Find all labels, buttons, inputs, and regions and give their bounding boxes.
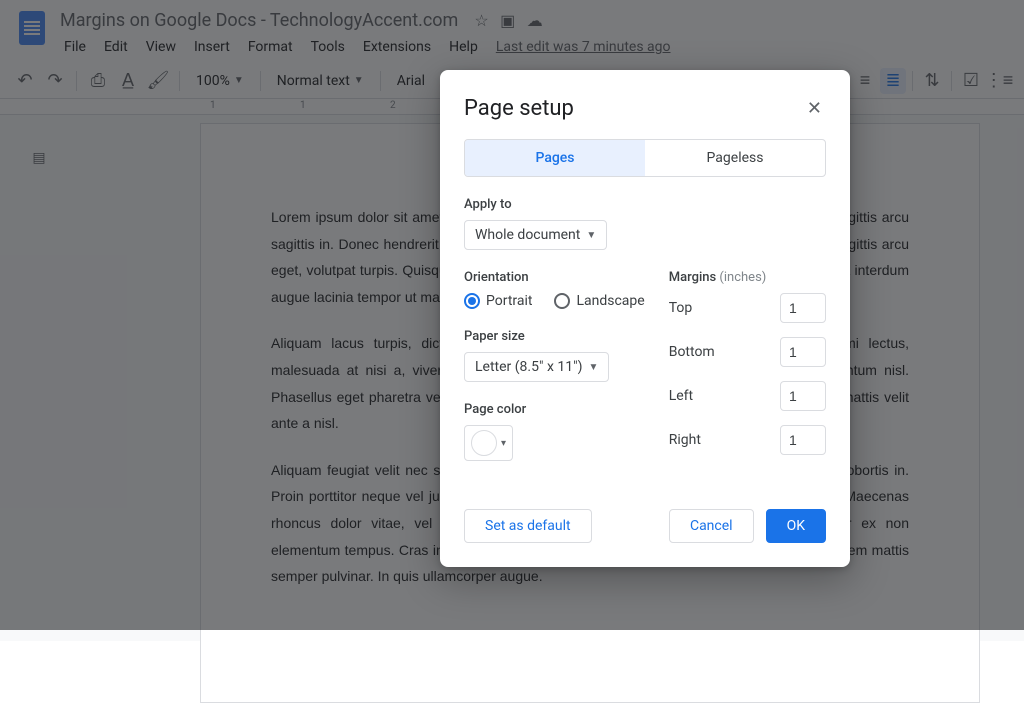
ok-button[interactable]: OK xyxy=(766,509,826,543)
orientation-landscape-radio[interactable]: Landscape xyxy=(554,293,644,309)
margin-top-input[interactable] xyxy=(780,293,826,323)
apply-to-label: Apply to xyxy=(464,197,826,212)
tab-pageless[interactable]: Pageless xyxy=(645,140,825,176)
apply-to-select[interactable]: Whole document ▼ xyxy=(464,220,607,250)
page-setup-dialog: Page setup ✕ Pages Pageless Apply to Who… xyxy=(440,70,850,567)
margin-right-label: Right xyxy=(669,432,701,448)
margin-bottom-label: Bottom xyxy=(669,344,715,360)
margins-label: Margins (inches) xyxy=(669,270,826,285)
paper-size-value: Letter (8.5" x 11") xyxy=(475,359,582,375)
margin-bottom-input[interactable] xyxy=(780,337,826,367)
dialog-title: Page setup xyxy=(464,96,574,121)
set-as-default-button[interactable]: Set as default xyxy=(464,509,592,543)
radio-icon xyxy=(464,293,480,309)
close-icon[interactable]: ✕ xyxy=(803,94,826,123)
paper-size-label: Paper size xyxy=(464,329,645,344)
page-color-label: Page color xyxy=(464,402,645,417)
cancel-button[interactable]: Cancel xyxy=(669,509,754,543)
caret-icon: ▼ xyxy=(588,362,598,373)
page-mode-tabs: Pages Pageless xyxy=(464,139,826,177)
tab-pages[interactable]: Pages xyxy=(465,140,645,176)
radio-label: Landscape xyxy=(576,293,644,309)
paper-size-select[interactable]: Letter (8.5" x 11") ▼ xyxy=(464,352,609,382)
radio-icon xyxy=(554,293,570,309)
margin-left-label: Left xyxy=(669,388,693,404)
color-swatch-icon xyxy=(471,430,497,456)
orientation-portrait-radio[interactable]: Portrait xyxy=(464,293,532,309)
margin-left-input[interactable] xyxy=(780,381,826,411)
orientation-label: Orientation xyxy=(464,270,645,285)
apply-to-value: Whole document xyxy=(475,227,580,243)
caret-icon: ▾ xyxy=(501,438,506,449)
margin-right-input[interactable] xyxy=(780,425,826,455)
page-color-select[interactable]: ▾ xyxy=(464,425,513,461)
radio-label: Portrait xyxy=(486,293,532,309)
caret-icon: ▼ xyxy=(586,230,596,241)
margin-top-label: Top xyxy=(669,300,693,316)
